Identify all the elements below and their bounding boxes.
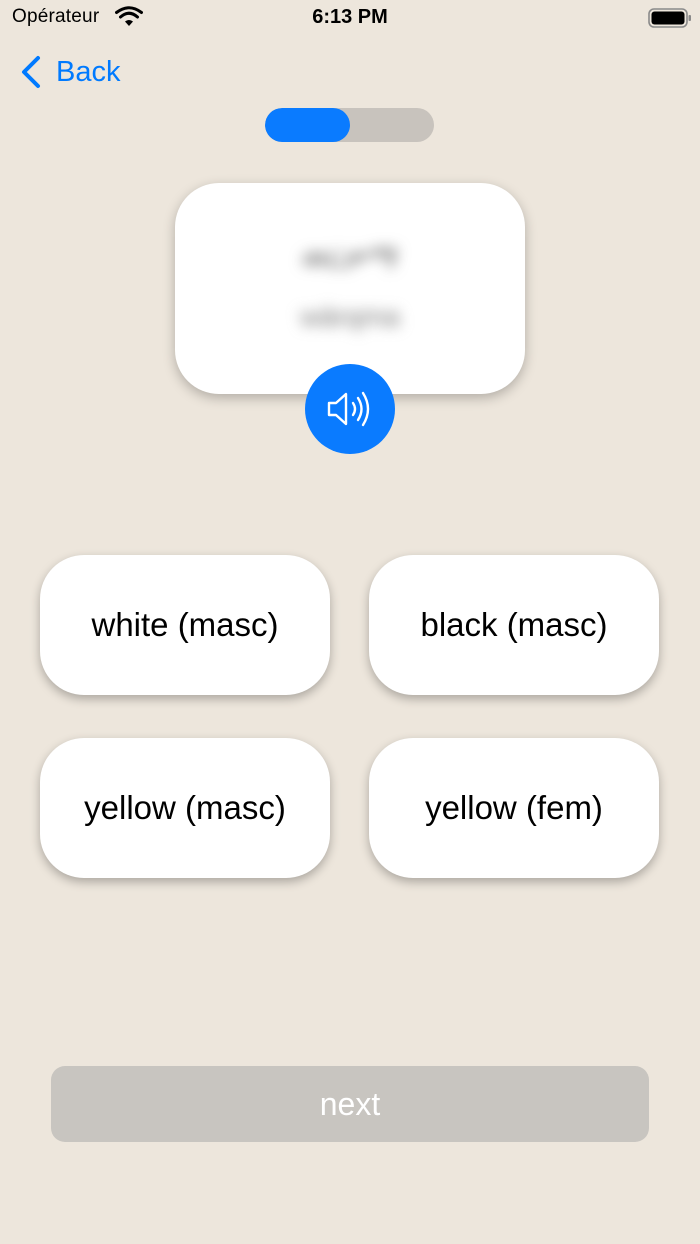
answer-option-1[interactable]: white (masc) — [40, 555, 330, 695]
back-button[interactable]: Back — [18, 52, 120, 92]
speaker-icon — [327, 391, 370, 427]
chevron-left-icon — [22, 56, 40, 88]
answer-option-2[interactable]: black (masc) — [369, 555, 659, 695]
prompt-word: ወርቃማ — [302, 239, 398, 275]
answer-option-4[interactable]: yellow (fem) — [369, 738, 659, 878]
progress-bar — [265, 108, 434, 142]
answer-option-3[interactable]: yellow (masc) — [40, 738, 330, 878]
status-time: 6:13 PM — [312, 6, 388, 28]
back-label: Back — [56, 55, 121, 88]
status-bar: Opérateur 6:13 PM — [0, 0, 700, 36]
battery-icon — [648, 8, 691, 28]
next-button[interactable]: next — [51, 1066, 649, 1142]
prompt-transliteration: wärqma — [300, 301, 400, 332]
prompt-card: ወርቃማ wärqma — [175, 183, 525, 394]
play-audio-button[interactable] — [305, 364, 395, 454]
progress-fill — [265, 108, 350, 142]
